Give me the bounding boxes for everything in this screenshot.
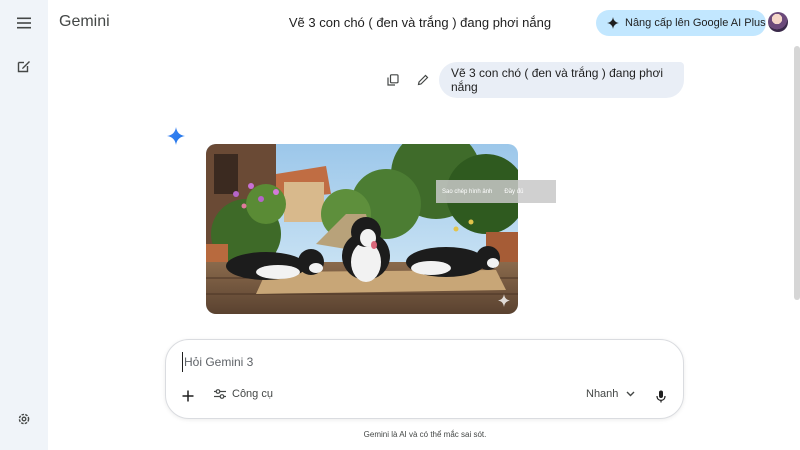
mode-label: Nhanh (586, 388, 619, 400)
generated-image[interactable] (206, 144, 518, 314)
menu-icon (17, 17, 31, 29)
add-attachment-button[interactable] (177, 385, 199, 407)
upgrade-button[interactable]: Nâng cấp lên Google AI Plus (596, 10, 766, 36)
edit-prompt-button[interactable] (412, 69, 434, 91)
model-mode-selector[interactable]: Nhanh (586, 388, 635, 400)
tools-button[interactable]: Công cụ (214, 388, 273, 400)
menu-button[interactable] (12, 11, 36, 35)
gemini-sparkle-icon (167, 127, 185, 150)
pencil-icon (417, 74, 429, 86)
new-chat-button[interactable] (12, 54, 36, 78)
avatar[interactable] (768, 12, 788, 32)
copy-icon (387, 74, 399, 86)
prompt-composer: Công cụ Nhanh (165, 339, 684, 419)
tools-icon (214, 389, 226, 399)
fullsize-label[interactable]: Đầy đủ (504, 189, 523, 195)
chevron-down-icon (626, 391, 635, 397)
upgrade-label: Nâng cấp lên Google AI Plus (625, 17, 766, 29)
app-title[interactable]: Gemini (59, 13, 110, 31)
tools-label: Công cụ (232, 388, 273, 400)
prompt-input[interactable] (182, 352, 564, 372)
disclaimer: Gemini là AI và có thể mắc sai sót. (363, 430, 487, 439)
settings-icon (18, 413, 30, 425)
user-message-text: Vẽ 3 con chó ( đen và trắng ) đang phơi … (451, 66, 664, 94)
image-tooltip: Sao chép hình ảnh Đầy đủ (436, 180, 556, 203)
sparkle-icon (607, 17, 619, 29)
sidebar (0, 0, 48, 450)
new-chat-icon (17, 61, 30, 73)
microphone-button[interactable] (650, 385, 672, 407)
scrollbar[interactable] (794, 46, 800, 300)
user-message: Vẽ 3 con chó ( đen và trắng ) đang phơi … (439, 62, 684, 98)
copy-image-label[interactable]: Sao chép hình ảnh (442, 189, 492, 195)
microphone-icon (656, 390, 666, 402)
copy-prompt-button[interactable] (382, 69, 404, 91)
conversation-title: Vẽ 3 con chó ( đen và trắng ) đang phơi … (288, 15, 552, 30)
settings-button[interactable] (12, 407, 36, 431)
plus-icon (182, 390, 194, 402)
